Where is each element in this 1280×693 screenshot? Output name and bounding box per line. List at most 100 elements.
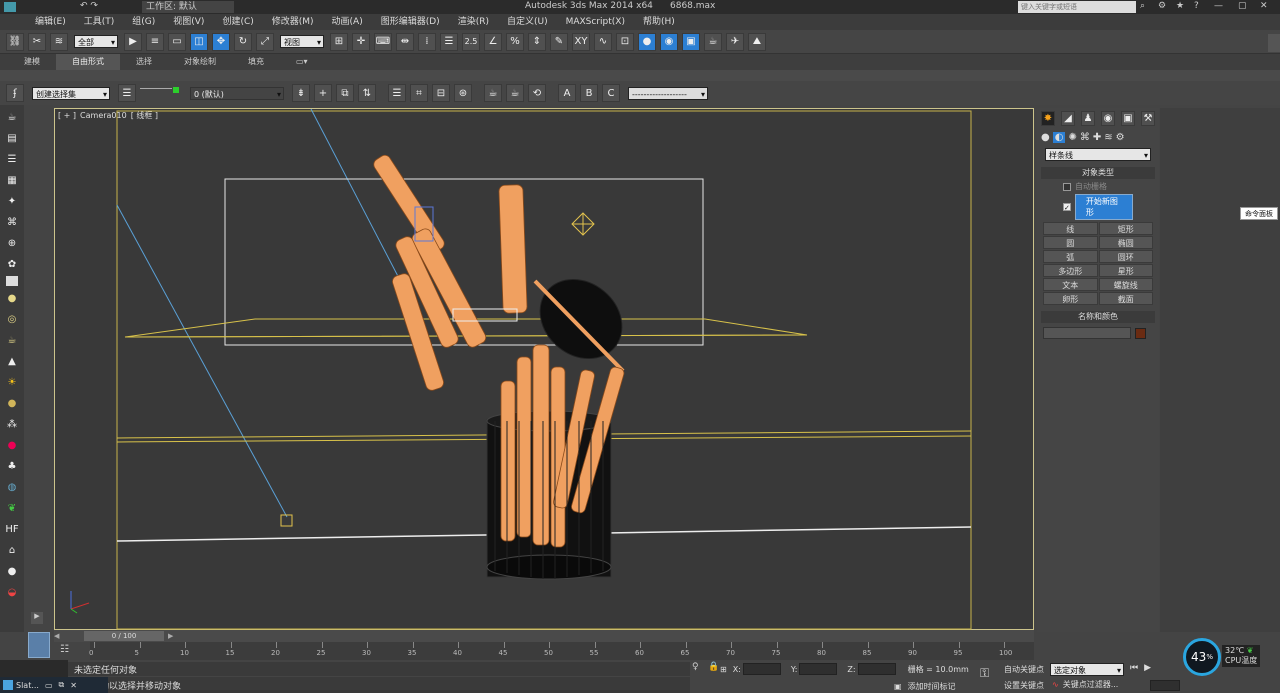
menu-item-2[interactable]: 组(G) <box>123 14 164 30</box>
time-slider-prev-icon[interactable]: ◀ <box>54 632 64 640</box>
select-by-name-icon[interactable]: ≡ <box>146 32 164 51</box>
modify-tab-icon[interactable]: ◢ <box>1061 111 1075 126</box>
star-icon[interactable]: ★ <box>1176 1 1184 11</box>
shape-type-select[interactable]: 样条线 <box>1045 148 1151 162</box>
rollout-object-type[interactable]: 对象类型 <box>1041 167 1155 179</box>
render-preset-select[interactable]: ------------------- <box>628 86 708 101</box>
ngon-button[interactable]: 多边形 <box>1043 264 1098 277</box>
workspace-selector[interactable]: 工作区: 默认 <box>142 1 234 13</box>
help-icon[interactable]: ? <box>1194 1 1199 11</box>
start-new-shape-checkbox[interactable]: ✓ <box>1063 203 1071 212</box>
viewport-label[interactable]: [ + ] Camera010 [ 线框 ] <box>58 110 158 121</box>
ribbon-tab-populate[interactable]: 填充 <box>232 54 280 70</box>
viewport-menu-plus[interactable]: [ + ] <box>58 111 76 120</box>
pivot-center-icon[interactable]: ⊞ <box>330 32 348 51</box>
z-coord-field[interactable] <box>857 663 896 675</box>
viewport-shading-mode[interactable]: [ 线框 ] <box>131 110 158 121</box>
render-scene-icon[interactable]: ⊟ <box>432 84 450 102</box>
menu-item-0[interactable]: 编辑(E) <box>26 14 75 30</box>
search-icon[interactable]: ⌕ <box>1140 1 1145 11</box>
menu-item-9[interactable]: 自定义(U) <box>498 14 557 30</box>
key-icon[interactable]: ⚿ <box>980 666 989 681</box>
material-editor-icon[interactable]: ● <box>638 32 656 51</box>
display-tab-icon[interactable]: ▣ <box>1121 111 1135 126</box>
menu-item-1[interactable]: 工具(T) <box>75 14 124 30</box>
arc-button[interactable]: 弧 <box>1043 250 1098 263</box>
egg-button[interactable]: 卵形 <box>1043 292 1098 305</box>
star-button[interactable]: 星形 <box>1098 264 1153 277</box>
ribbon-tab-modeling[interactable]: 建模 <box>8 54 56 70</box>
selection-filter-select[interactable]: 全部 <box>74 35 118 49</box>
create-tab-icon[interactable]: ✸ <box>1041 111 1055 126</box>
snap-toggle-icon[interactable]: 2.5 <box>462 32 480 51</box>
trackbar-toggle-icon[interactable]: ☷ <box>60 644 74 658</box>
mirror-icon[interactable]: ⇹ <box>396 32 414 51</box>
unlink-icon[interactable]: ✂ <box>28 32 46 51</box>
key-curve-icon[interactable]: ∿ <box>1052 680 1059 689</box>
motion-tab-icon[interactable]: ◉ <box>1101 111 1115 126</box>
current-frame-field[interactable] <box>1150 680 1180 691</box>
spinner-snap-icon[interactable]: ⇕ <box>528 32 546 51</box>
lt-hf-icon[interactable]: HF <box>3 520 21 538</box>
rendered-frame-icon[interactable]: ▣ <box>682 32 700 51</box>
section-button[interactable]: 截面 <box>1098 292 1153 305</box>
track-bar[interactable]: 0 5 10 15 20 25 30 35 40 45 50 55 60 65 70 75 80 85 90 95 10… <box>89 642 1034 660</box>
minimize-icon[interactable]: — <box>1214 1 1223 11</box>
toolbar-scroll-handle[interactable] <box>1268 34 1280 52</box>
lt-box-icon[interactable] <box>6 276 18 286</box>
time-tag-icon[interactable]: ▣ <box>894 682 902 691</box>
geometry-icon[interactable]: ● <box>1041 132 1050 143</box>
select-in-layer-icon[interactable]: ⧉ <box>336 84 354 102</box>
teapot-active-icon[interactable]: ☕ <box>506 84 524 102</box>
object-color-swatch[interactable] <box>1135 327 1146 339</box>
lt-basket-icon[interactable]: ⌂ <box>3 541 21 559</box>
teapot-b-icon[interactable]: B <box>580 84 598 102</box>
menu-item-5[interactable]: 修改器(M) <box>263 14 323 30</box>
ribbon-tab-freeform[interactable]: 自由形式 <box>56 54 120 70</box>
teapot-c-icon[interactable]: C <box>602 84 620 102</box>
select-scale-icon[interactable]: ⤢ <box>256 32 274 51</box>
helpers-icon[interactable]: ✚ <box>1093 132 1101 143</box>
current-layer-select[interactable]: 0 (默认) <box>190 86 284 101</box>
rectangle-button[interactable]: 矩形 <box>1098 222 1153 235</box>
lock-icon[interactable]: 🔒 <box>708 662 719 672</box>
time-slider[interactable]: ◀ 0 / 100 ▶ <box>54 630 1034 642</box>
shapes-icon[interactable]: ◐ <box>1052 132 1066 143</box>
render-iterative-icon[interactable]: ✈ <box>726 32 744 51</box>
viewport-camera-name[interactable]: Camera010 <box>80 111 127 120</box>
search-input[interactable] <box>1018 1 1136 13</box>
maxscript-listener[interactable] <box>0 660 68 677</box>
helix-button[interactable]: 螺旋线 <box>1098 278 1153 291</box>
mini-viewport-thumbnail[interactable] <box>28 632 50 658</box>
teapot-a-icon[interactable]: A <box>558 84 576 102</box>
add-time-tag-label[interactable]: 添加时间标记 <box>908 681 956 692</box>
menu-item-6[interactable]: 动画(A) <box>323 14 372 30</box>
play-icon[interactable]: ▶ <box>1144 663 1151 673</box>
lt-teapot-icon[interactable]: ☕ <box>3 108 21 126</box>
donut-button[interactable]: 圆环 <box>1098 250 1153 263</box>
menu-item-3[interactable]: 视图(V) <box>164 14 213 30</box>
select-manipulate-icon[interactable]: ✛ <box>352 32 370 51</box>
scene-explorer-icon[interactable]: ⊛ <box>454 84 472 102</box>
close-icon[interactable]: ✕ <box>1260 1 1268 11</box>
ribbon-tab-object-paint[interactable]: 对象绘制 <box>168 54 232 70</box>
lt-sphere-icon[interactable]: ● <box>3 289 21 307</box>
lt-white-sphere-icon[interactable]: ● <box>3 562 21 580</box>
y-coord-field[interactable] <box>799 663 838 675</box>
layer-manager-icon[interactable]: ☰ <box>440 32 458 51</box>
render-setup-icon[interactable]: ◉ <box>660 32 678 51</box>
menu-item-4[interactable]: 创建(C) <box>213 14 262 30</box>
lt-tree-icon[interactable]: ♣ <box>3 457 21 475</box>
goto-start-icon[interactable]: ⏮ <box>1130 663 1138 673</box>
graphite-icon[interactable]: ⌗ <box>410 84 428 102</box>
cameras-icon[interactable]: ⌘ <box>1080 132 1090 143</box>
angle-snap-icon[interactable]: ∠ <box>484 32 502 51</box>
percent-snap-icon[interactable]: % <box>506 32 524 51</box>
left-toolbar-scroll-icon[interactable]: ▶ <box>31 612 43 624</box>
edit-named-sel-icon[interactable]: ✎ <box>550 32 568 51</box>
lt-torus-icon[interactable]: ◎ <box>3 310 21 328</box>
lt-cone-icon[interactable]: ▲ <box>3 352 21 370</box>
named-selection-select[interactable]: 创建选择集 <box>32 86 110 101</box>
utilities-tab-icon[interactable]: ⚒ <box>1141 111 1155 126</box>
lt-globe-icon[interactable]: ◍ <box>3 478 21 496</box>
